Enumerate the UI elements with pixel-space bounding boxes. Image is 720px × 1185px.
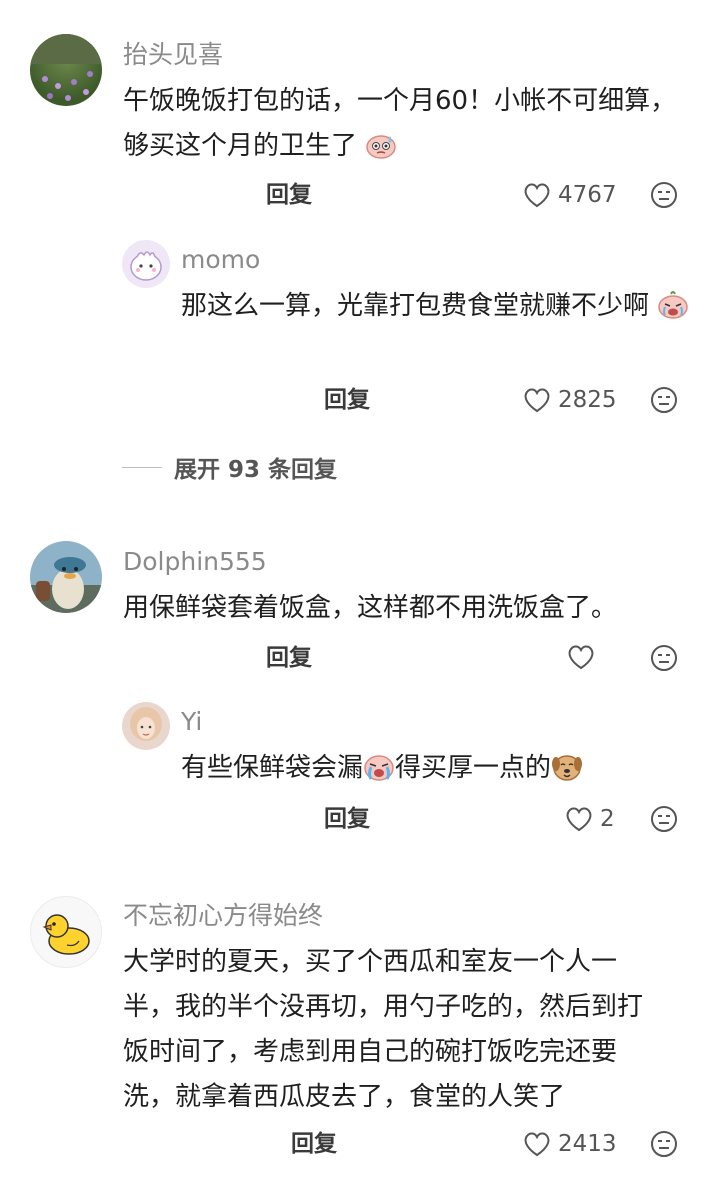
dislike-face-icon[interactable] xyxy=(650,805,678,833)
reply-button[interactable]: 回复 xyxy=(324,804,370,834)
reply-text: 那这么一算，光靠打包费食堂就赚不少啊 xyxy=(181,284,691,329)
heart-icon xyxy=(524,1132,550,1157)
comment-text: 用保鲜袋套着饭盒，这样都不用洗饭盒了。 xyxy=(123,593,618,623)
heart-icon xyxy=(524,183,550,208)
dislike-face-icon[interactable] xyxy=(650,181,678,209)
like-count: 2 xyxy=(600,806,615,832)
dog-emoji-icon xyxy=(552,755,583,781)
comment-text: 大学时的夏天，买了个西瓜和室友一个人一半，我的半个没再切，用勺子吃的，然后到打饭… xyxy=(123,947,644,1112)
dislike-face-icon[interactable] xyxy=(650,644,678,672)
expand-divider xyxy=(122,466,162,468)
comment-username[interactable]: 抬头见喜 xyxy=(123,40,223,70)
avatar[interactable] xyxy=(122,702,170,750)
comment-text: 午饭晚饭打包的话，一个月60！小帐不可细算，够买这个月的卫生了 xyxy=(123,86,677,161)
reply-text: 有些保鲜袋会漏 得买厚一点的 xyxy=(181,746,681,791)
like-button[interactable]: 2825 xyxy=(522,385,617,415)
heart-icon xyxy=(566,807,592,832)
like-count: 2825 xyxy=(558,387,617,413)
like-button[interactable]: 4767 xyxy=(522,180,617,210)
reply-button[interactable]: 回复 xyxy=(291,1129,337,1159)
heart-icon xyxy=(524,388,550,413)
like-button[interactable]: 2 xyxy=(564,804,615,834)
comment-username[interactable]: 不忘初心方得始终 xyxy=(123,901,323,931)
like-count: 4767 xyxy=(558,182,617,208)
heart-icon xyxy=(568,645,594,670)
comment-username[interactable]: Dolphin555 xyxy=(123,547,267,577)
reply-button[interactable]: 回复 xyxy=(266,180,312,210)
reply-username[interactable]: Yi xyxy=(181,707,202,737)
dislike-face-icon[interactable] xyxy=(650,386,678,414)
like-button[interactable] xyxy=(566,643,602,671)
like-count: 2413 xyxy=(558,1131,617,1157)
reply-button[interactable]: 回复 xyxy=(324,385,370,415)
avatar[interactable] xyxy=(30,34,102,106)
avatar[interactable] xyxy=(122,240,170,288)
expand-replies-label: 展开 93 条回复 xyxy=(174,457,338,483)
expand-replies-button[interactable]: 展开 93 条回复 xyxy=(122,450,337,484)
dislike-face-icon[interactable] xyxy=(650,1130,678,1158)
crying-emoji-icon xyxy=(658,291,689,319)
like-button[interactable]: 2413 xyxy=(522,1129,617,1159)
reply-username[interactable]: momo xyxy=(181,245,260,275)
avatar[interactable] xyxy=(30,896,102,968)
avatar[interactable] xyxy=(30,541,102,613)
reply-button[interactable]: 回复 xyxy=(266,643,312,673)
sweat-emoji-icon xyxy=(366,135,397,159)
crying-emoji-icon xyxy=(364,755,394,781)
